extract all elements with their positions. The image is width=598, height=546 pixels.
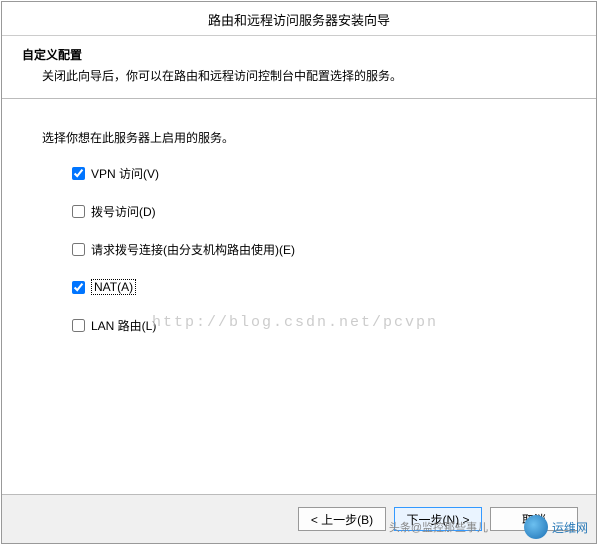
checkbox-label: NAT(A) <box>91 279 136 295</box>
header-section: 自定义配置 关闭此向导后，你可以在路由和远程访问控制台中配置选择的服务。 <box>2 36 596 99</box>
instruction-text: 选择你想在此服务器上启用的服务。 <box>42 129 566 146</box>
body-section: 选择你想在此服务器上启用的服务。 VPN 访问(V) 拨号访问(D) 请求拨号连… <box>2 99 596 494</box>
checkbox-lan-routing[interactable] <box>72 319 85 332</box>
option-lan-routing[interactable]: LAN 路由(L) <box>72 316 566 334</box>
back-button[interactable]: < 上一步(B) <box>298 507 386 531</box>
dialog-title: 路由和远程访问服务器安装向导 <box>2 2 596 36</box>
checkbox-label: 请求拨号连接(由分支机构路由使用)(E) <box>91 241 295 258</box>
option-demand-dial[interactable]: 请求拨号连接(由分支机构路由使用)(E) <box>72 240 566 258</box>
checkbox-nat[interactable] <box>72 281 85 294</box>
checkbox-vpn-access[interactable] <box>72 167 85 180</box>
header-description: 关闭此向导后，你可以在路由和远程访问控制台中配置选择的服务。 <box>22 67 576 84</box>
checkbox-demand-dial[interactable] <box>72 243 85 256</box>
checkbox-label: LAN 路由(L) <box>91 317 156 334</box>
checkbox-label: VPN 访问(V) <box>91 165 159 182</box>
source-attribution: 头条@监控那些事儿 <box>389 519 488 535</box>
footer-buttons: < 上一步(B) 下一步(N) > 取消 <box>2 494 596 543</box>
option-vpn-access[interactable]: VPN 访问(V) <box>72 164 566 182</box>
checkbox-dialup-access[interactable] <box>72 205 85 218</box>
wizard-dialog: 路由和远程访问服务器安装向导 自定义配置 关闭此向导后，你可以在路由和远程访问控… <box>1 1 597 544</box>
cancel-button[interactable]: 取消 <box>490 507 578 531</box>
option-nat[interactable]: NAT(A) <box>72 278 566 296</box>
option-dialup-access[interactable]: 拨号访问(D) <box>72 202 566 220</box>
header-title: 自定义配置 <box>22 46 576 63</box>
checkbox-label: 拨号访问(D) <box>91 203 156 220</box>
